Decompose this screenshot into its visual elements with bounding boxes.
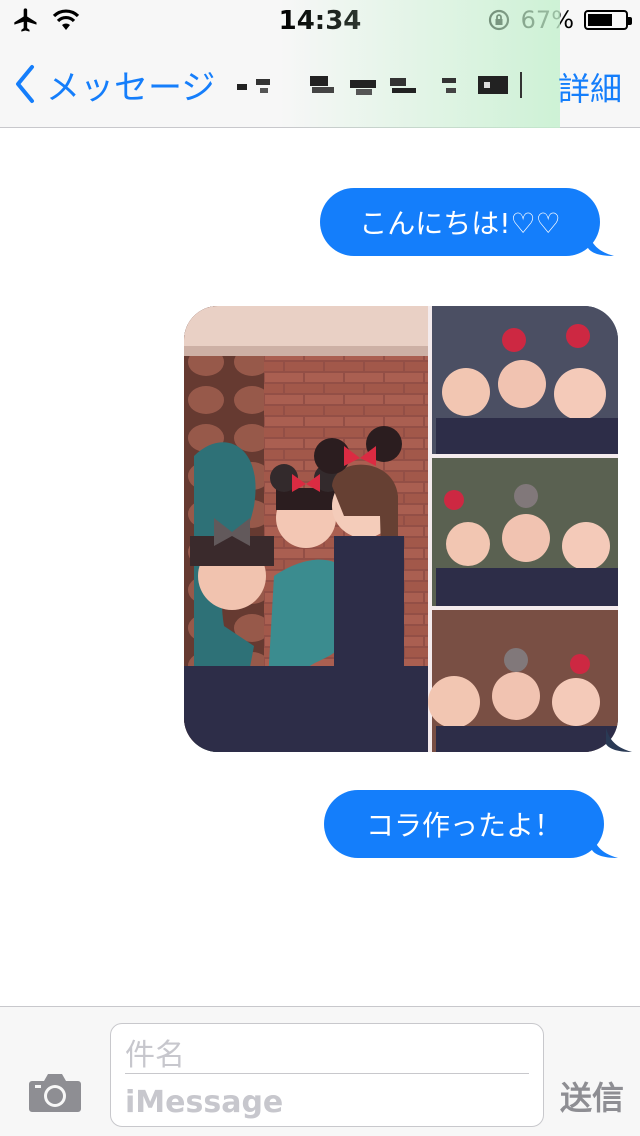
message-bubble[interactable]: コラ作ったよ！ bbox=[324, 790, 618, 858]
bubble-tail bbox=[606, 728, 632, 752]
bubble-tail bbox=[592, 834, 618, 858]
subject-field[interactable]: 件名 bbox=[125, 1030, 529, 1074]
recipient-name-obscured[interactable] bbox=[232, 70, 524, 100]
composer-bar: 件名 iMessage 送信 bbox=[0, 1006, 640, 1136]
photo-collage-image bbox=[184, 306, 618, 752]
message-text: こんにちは!♡♡ bbox=[359, 207, 561, 240]
send-button[interactable]: 送信 bbox=[560, 1073, 624, 1119]
message-input-box: 件名 iMessage bbox=[110, 1023, 544, 1127]
status-bar: 14:34 67% bbox=[0, 0, 640, 40]
chevron-left-icon bbox=[16, 65, 34, 103]
status-time: 14:34 bbox=[278, 6, 362, 36]
imessage-field[interactable]: iMessage bbox=[125, 1080, 529, 1124]
image-message[interactable] bbox=[184, 306, 618, 752]
camera-icon[interactable] bbox=[28, 1071, 82, 1113]
bubble-tail bbox=[588, 232, 614, 256]
nav-bar: メッセージ 詳細 bbox=[0, 0, 640, 128]
message-text: コラ作ったよ！ bbox=[365, 809, 562, 842]
battery-icon bbox=[584, 10, 632, 30]
back-label: メッセージ bbox=[46, 67, 216, 108]
battery-nub bbox=[628, 17, 632, 25]
back-button[interactable]: メッセージ bbox=[14, 60, 215, 108]
message-bubble[interactable]: こんにちは!♡♡ bbox=[320, 188, 614, 256]
battery-fill bbox=[588, 14, 613, 26]
details-button[interactable]: 詳細 bbox=[558, 64, 622, 110]
imessage-screen: 14:34 67% メッセージ 詳細 こんにちは!♡♡ コラ作ったよ！ 件名 i… bbox=[0, 0, 640, 1136]
